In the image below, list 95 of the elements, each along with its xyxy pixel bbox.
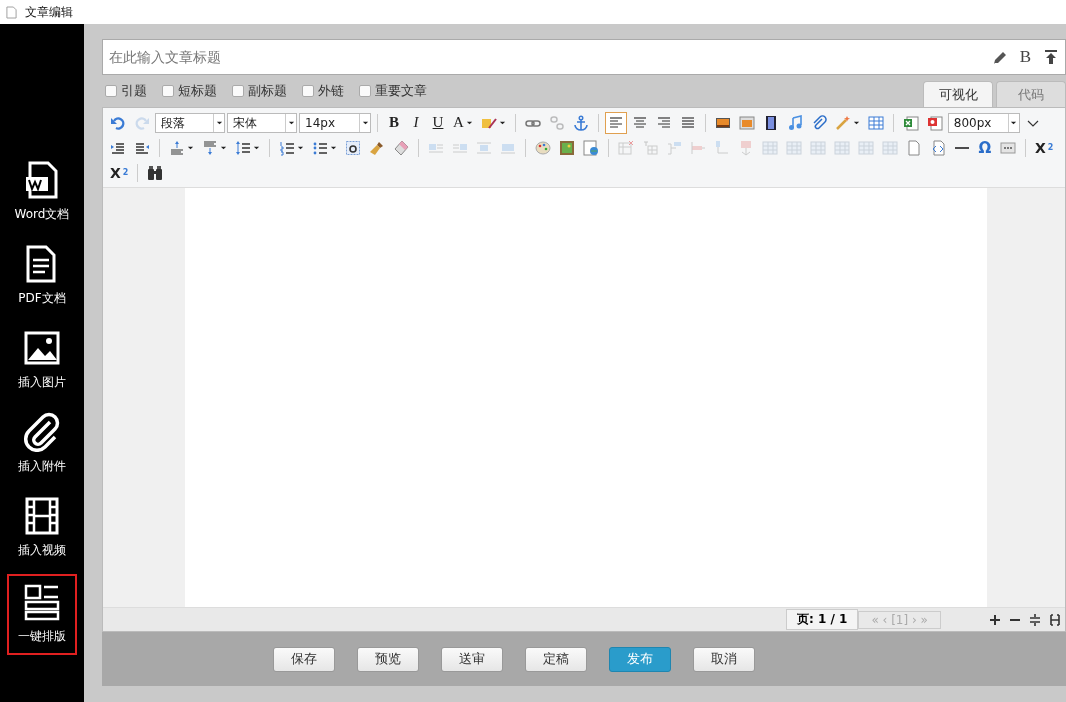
horizontal-line-icon	[954, 146, 970, 149]
magic-wand-icon	[834, 114, 851, 131]
insert-row-icon	[714, 139, 730, 156]
table-grid-icon	[834, 139, 850, 156]
caret-icon	[187, 144, 194, 151]
undo-icon	[110, 114, 126, 131]
page-indicator: 页: 1 / 1	[786, 609, 859, 630]
caret-icon	[220, 144, 227, 151]
align-left-button[interactable]	[604, 111, 627, 134]
palette-icon	[535, 139, 551, 156]
window-title: 文章编辑	[25, 3, 73, 21]
toolbar-select[interactable]: 段落	[155, 112, 225, 133]
anchor-icon	[572, 114, 589, 131]
caret-icon	[465, 119, 473, 126]
caret-icon	[361, 119, 369, 126]
sidebar-item[interactable]: 一键排版	[7, 574, 77, 655]
caret-icon	[215, 119, 223, 126]
insert-column-icon	[666, 139, 682, 156]
delete-row-icon	[690, 139, 706, 156]
toolbar-select[interactable]: 800px	[947, 112, 1020, 133]
sidebar-item[interactable]: 插入视频	[7, 490, 77, 565]
file-icon	[6, 5, 17, 19]
caret-icon	[253, 144, 260, 151]
expand-icon[interactable]	[1049, 613, 1061, 626]
caret-icon	[330, 144, 337, 151]
spacing-bottom-icon	[202, 139, 218, 156]
sidebar-item[interactable]: Word文档	[7, 154, 77, 229]
image-frame-icon	[738, 114, 755, 131]
action-button[interactable]: 定稿	[525, 646, 587, 672]
align-justify-icon	[679, 114, 696, 131]
letter-box-icon	[345, 139, 361, 156]
option-checkbox[interactable]: 引题	[105, 82, 147, 100]
bold-button[interactable]: B	[1019, 47, 1031, 67]
paperclip-icon	[22, 412, 62, 452]
sidebar-item[interactable]: 插入图片	[7, 322, 77, 397]
toolbar-select[interactable]: 宋体	[227, 112, 297, 133]
code-page-icon	[930, 139, 946, 156]
bold-button[interactable]: B	[384, 111, 404, 134]
option-checkbox[interactable]: 副标题	[232, 82, 287, 100]
spreadsheet-icon	[902, 114, 919, 131]
editor-tab[interactable]: 代码	[996, 81, 1066, 107]
div-icon	[1000, 139, 1016, 156]
table-grid-icon	[762, 139, 778, 156]
music-note-icon	[786, 114, 803, 131]
picture-icon	[559, 139, 575, 156]
split-cells-icon	[738, 139, 754, 156]
caret-icon	[498, 119, 506, 126]
action-button[interactable]: 保存	[273, 646, 335, 672]
spacing-top-icon	[169, 139, 185, 156]
table-grid-icon	[810, 139, 826, 156]
action-button[interactable]: 预览	[357, 646, 419, 672]
caret-icon	[852, 119, 860, 126]
float-none-icon	[476, 139, 492, 156]
line-height-icon	[235, 139, 251, 156]
option-checkbox[interactable]: 重要文章	[359, 82, 427, 100]
collapse-icon[interactable]	[1029, 613, 1041, 626]
option-checkbox[interactable]: 外链	[302, 82, 344, 100]
action-button[interactable]: 送审	[441, 646, 503, 672]
action-button[interactable]: 取消	[693, 646, 755, 672]
italic-button[interactable]: I	[406, 111, 426, 134]
sidebar-item[interactable]: PDF文档	[7, 238, 77, 313]
table-icon	[867, 114, 884, 131]
redo-icon	[134, 114, 150, 131]
slides-icon	[926, 114, 943, 131]
table-caption-icon	[642, 139, 658, 156]
pen-icon[interactable]	[991, 49, 1008, 65]
caret-icon	[1010, 119, 1018, 126]
unlink-icon	[548, 114, 565, 131]
align-right-icon	[655, 114, 672, 131]
underline-button[interactable]: U	[428, 111, 448, 134]
caret-icon	[287, 119, 295, 126]
table-grid-icon	[858, 139, 874, 156]
arrow-to-top-icon[interactable]	[1043, 49, 1059, 65]
layout-icon	[22, 582, 62, 622]
title-field[interactable]: 在此输入文章标题 B	[102, 39, 1066, 75]
brush-icon	[369, 139, 385, 156]
plus-icon[interactable]	[989, 613, 1001, 626]
eraser-icon	[393, 139, 409, 156]
table-grid-icon	[786, 139, 802, 156]
web-page-icon	[583, 139, 599, 156]
font-color-button[interactable]: A	[450, 111, 476, 134]
special-character-button[interactable]: Ω	[975, 136, 995, 159]
option-checkbox[interactable]: 短标题	[162, 82, 217, 100]
editor-tab[interactable]: 可视化	[923, 81, 993, 107]
ordered-list-icon	[279, 139, 295, 156]
script-button[interactable]: X$^{2}$	[1032, 136, 1057, 159]
binoculars-icon	[147, 164, 164, 181]
sidebar-item[interactable]: 插入附件	[7, 406, 77, 481]
align-center-icon	[631, 114, 648, 131]
align-left-icon	[607, 114, 624, 131]
caret-icon	[297, 144, 304, 151]
page-icon	[906, 139, 922, 156]
delete-table-icon	[618, 139, 634, 156]
table-grid-icon	[882, 139, 898, 156]
toolbar-select[interactable]: 14px	[299, 112, 371, 133]
